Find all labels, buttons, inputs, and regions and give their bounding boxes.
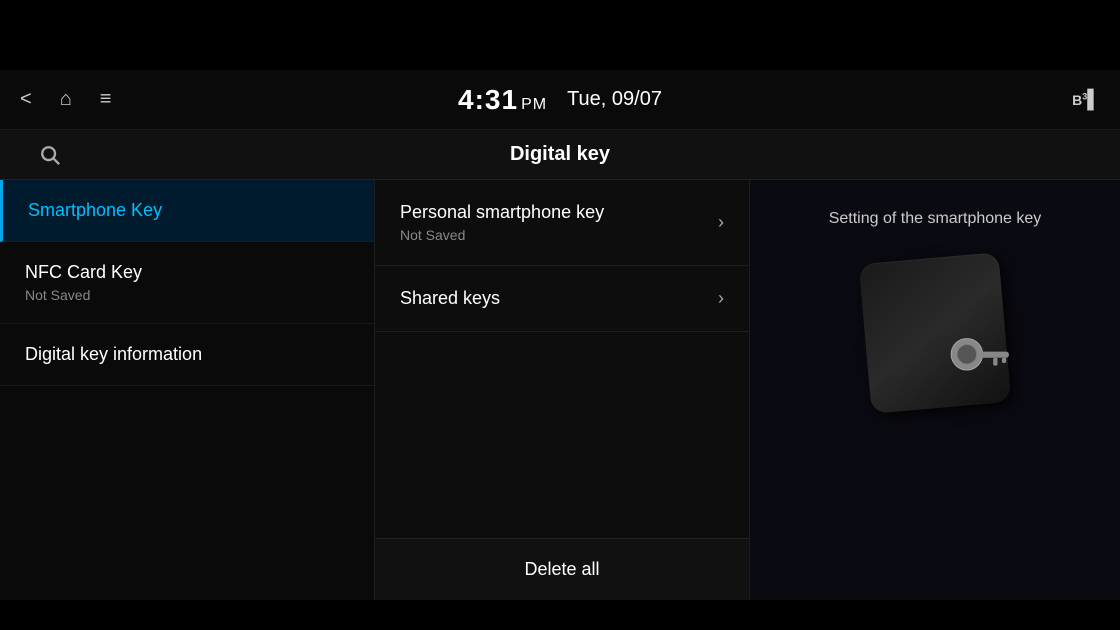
personal-smartphone-key-chevron: › [718, 212, 724, 233]
main-content: Smartphone Key NFC Card Key Not Saved Di… [0, 180, 1120, 600]
left-panel: Smartphone Key NFC Card Key Not Saved Di… [0, 180, 375, 600]
header-bar: < ⌂ ≡ 4:31PM Tue, 09/07 B3▌ [0, 70, 1120, 130]
delete-all-button[interactable]: Delete all [375, 538, 749, 600]
right-panel: Setting of the smartphone key [750, 180, 1120, 600]
header-right: B3▌ [1072, 89, 1100, 110]
date-display: Tue, 09/07 [567, 88, 662, 111]
shared-keys-title: Shared keys [400, 288, 500, 309]
header-nav: < ⌂ ≡ [20, 88, 111, 111]
middle-spacer [375, 332, 749, 538]
sidebar-item-digital-key-info[interactable]: Digital key information [0, 324, 374, 386]
search-bar: Digital key [0, 130, 1120, 180]
right-panel-title: Setting of the smartphone key [829, 210, 1042, 228]
page-title: Digital key [15, 143, 1105, 166]
personal-smartphone-key-item[interactable]: Personal smartphone key Not Saved › [375, 180, 749, 266]
menu-button[interactable]: ≡ [100, 88, 112, 111]
back-button[interactable]: < [20, 88, 32, 111]
shared-keys-content: Shared keys [400, 288, 500, 309]
header-center: 4:31PM Tue, 09/07 [458, 84, 662, 116]
time-value: 4:31 [458, 84, 518, 115]
bottom-black-bar [0, 600, 1120, 630]
sidebar-item-nfc-card-key-label: NFC Card Key [25, 262, 349, 283]
top-black-bar [0, 0, 1120, 70]
phone-key-illustration [845, 258, 1025, 418]
sidebar-item-digital-key-info-label: Digital key information [25, 344, 349, 365]
shared-keys-chevron: › [718, 288, 724, 309]
sidebar-item-nfc-card-key[interactable]: NFC Card Key Not Saved [0, 242, 374, 324]
sidebar-item-nfc-card-key-subtitle: Not Saved [25, 287, 349, 303]
shared-keys-item[interactable]: Shared keys › [375, 266, 749, 332]
sidebar-item-smartphone-key-label: Smartphone Key [28, 200, 349, 221]
ampm-value: PM [521, 96, 547, 113]
personal-smartphone-key-content: Personal smartphone key Not Saved [400, 202, 604, 243]
signal-icon: B3▌ [1072, 89, 1100, 110]
middle-panel: Personal smartphone key Not Saved › Shar… [375, 180, 750, 600]
key-icon [945, 328, 1015, 398]
personal-smartphone-key-title: Personal smartphone key [400, 202, 604, 223]
personal-smartphone-key-subtitle: Not Saved [400, 227, 604, 243]
sidebar-item-smartphone-key[interactable]: Smartphone Key [0, 180, 374, 242]
home-button[interactable]: ⌂ [60, 88, 72, 111]
time-display: 4:31PM [458, 84, 547, 116]
